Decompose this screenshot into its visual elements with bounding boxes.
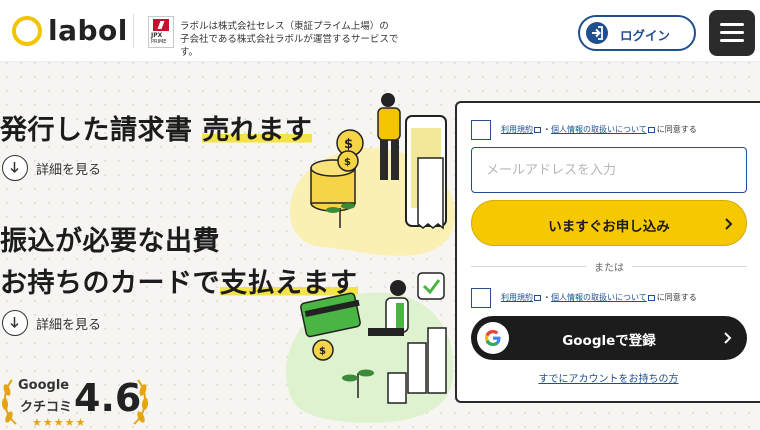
external-link-icon [647,127,655,133]
google-rating-badge: Google クチコミ 4.6 ★★★★★ [0,372,150,430]
arrow-down-icon [2,155,28,181]
login-icon [586,22,608,44]
rating-label: クチコミ [20,400,73,415]
hamburger-menu-button[interactable] [709,10,755,56]
hero-title-payment-line1: 振込が必要な出費 [0,226,220,257]
consent-separator: ・ [543,125,551,134]
site-header: labol JPX PRIME ラボルは株式会社セレス（東証プライム上場）の 子… [0,0,760,62]
consent-text: 利用規約 ・個人情報の取扱いについて に同意する [501,124,697,135]
company-notice: ラボルは株式会社セレス（東証プライム上場）の 子会社である株式会社ラボルが運営す… [180,20,410,59]
consent-row-email: 利用規約 ・個人情報の取扱いについて に同意する [471,120,756,142]
or-text: または [594,263,624,274]
signup-form-card: 利用規約・個人情報の取扱いについてに同意する いますぐお申し込み または 利用規… [455,101,760,403]
terms-link[interactable]: 利用規約 [501,125,533,134]
arrow-down-icon [2,310,28,336]
logo-text: labol [48,14,128,47]
google-signup-label: Googleで登録 [562,333,656,349]
external-link-icon [534,127,541,133]
consent-agree-text: に同意する [656,293,697,302]
rating-score: 4.6 [74,376,142,420]
existing-account-link[interactable]: すでにアカウントをお持ちの方 [457,370,760,385]
chevron-right-icon [717,328,737,348]
chevron-right-icon [718,214,738,234]
header-divider [133,14,134,48]
rating-stars-icon: ★★★★★ [32,416,87,429]
terms-link[interactable]: 利用規約 [501,293,533,302]
menu-icon-bar [720,31,744,34]
login-label: ログイン [620,28,671,43]
logo-ring-icon [12,16,42,46]
apply-now-label: いますぐお申し込み [548,219,670,235]
hero-title-invoice: 発行した請求書 売れます [0,108,313,147]
consent-separator: ・ [543,293,551,302]
svg-text:$: $ [344,157,351,168]
company-notice-line1: ラボルは株式会社セレス（東証プライム上場）の [180,21,389,32]
consent-agree-text: に同意する [656,125,697,134]
google-signup-button[interactable]: Googleで登録 [471,316,747,360]
jpx-label: JPX [151,32,163,39]
external-link-icon [647,295,655,301]
apply-now-button[interactable]: いますぐお申し込み [471,200,747,246]
login-button[interactable]: ログイン [578,15,696,51]
menu-icon-bar [720,39,744,42]
hero-title-payment-text: お持ちのカードで [0,268,220,299]
hero-title-invoice-text: 発行した請求書 [0,115,203,146]
jpx-mark-icon [153,19,169,31]
rating-source: Google [18,378,70,393]
svg-text:$: $ [319,346,326,357]
consent-row-google: 利用規約 ・個人情報の取扱いについて に同意する [471,288,756,310]
privacy-link[interactable]: 個人情報の取扱いについて [551,125,647,134]
privacy-link[interactable]: 個人情報の取扱いについて [551,293,647,302]
company-notice-line2: 子会社である株式会社ラボルが運営するサービスです。 [180,34,399,58]
labol-logo[interactable]: labol [12,14,127,48]
consent-text: 利用規約 ・個人情報の取扱いについて に同意する [501,292,697,303]
detail-link-label: 詳細を見る [36,163,102,178]
jpx-prime-label: PRIME [151,39,167,45]
detail-link-label: 詳細を見る [36,318,102,333]
or-divider: または [471,259,747,274]
hero-illustration: $ $ $ [278,88,458,428]
jpx-prime-logo: JPX PRIME [148,16,174,48]
menu-icon [720,23,744,26]
consent-checkbox-google[interactable] [471,288,491,308]
email-input[interactable] [471,147,747,193]
external-link-icon [534,295,541,301]
consent-checkbox-email[interactable] [471,120,491,140]
svg-text:$: $ [344,137,353,152]
